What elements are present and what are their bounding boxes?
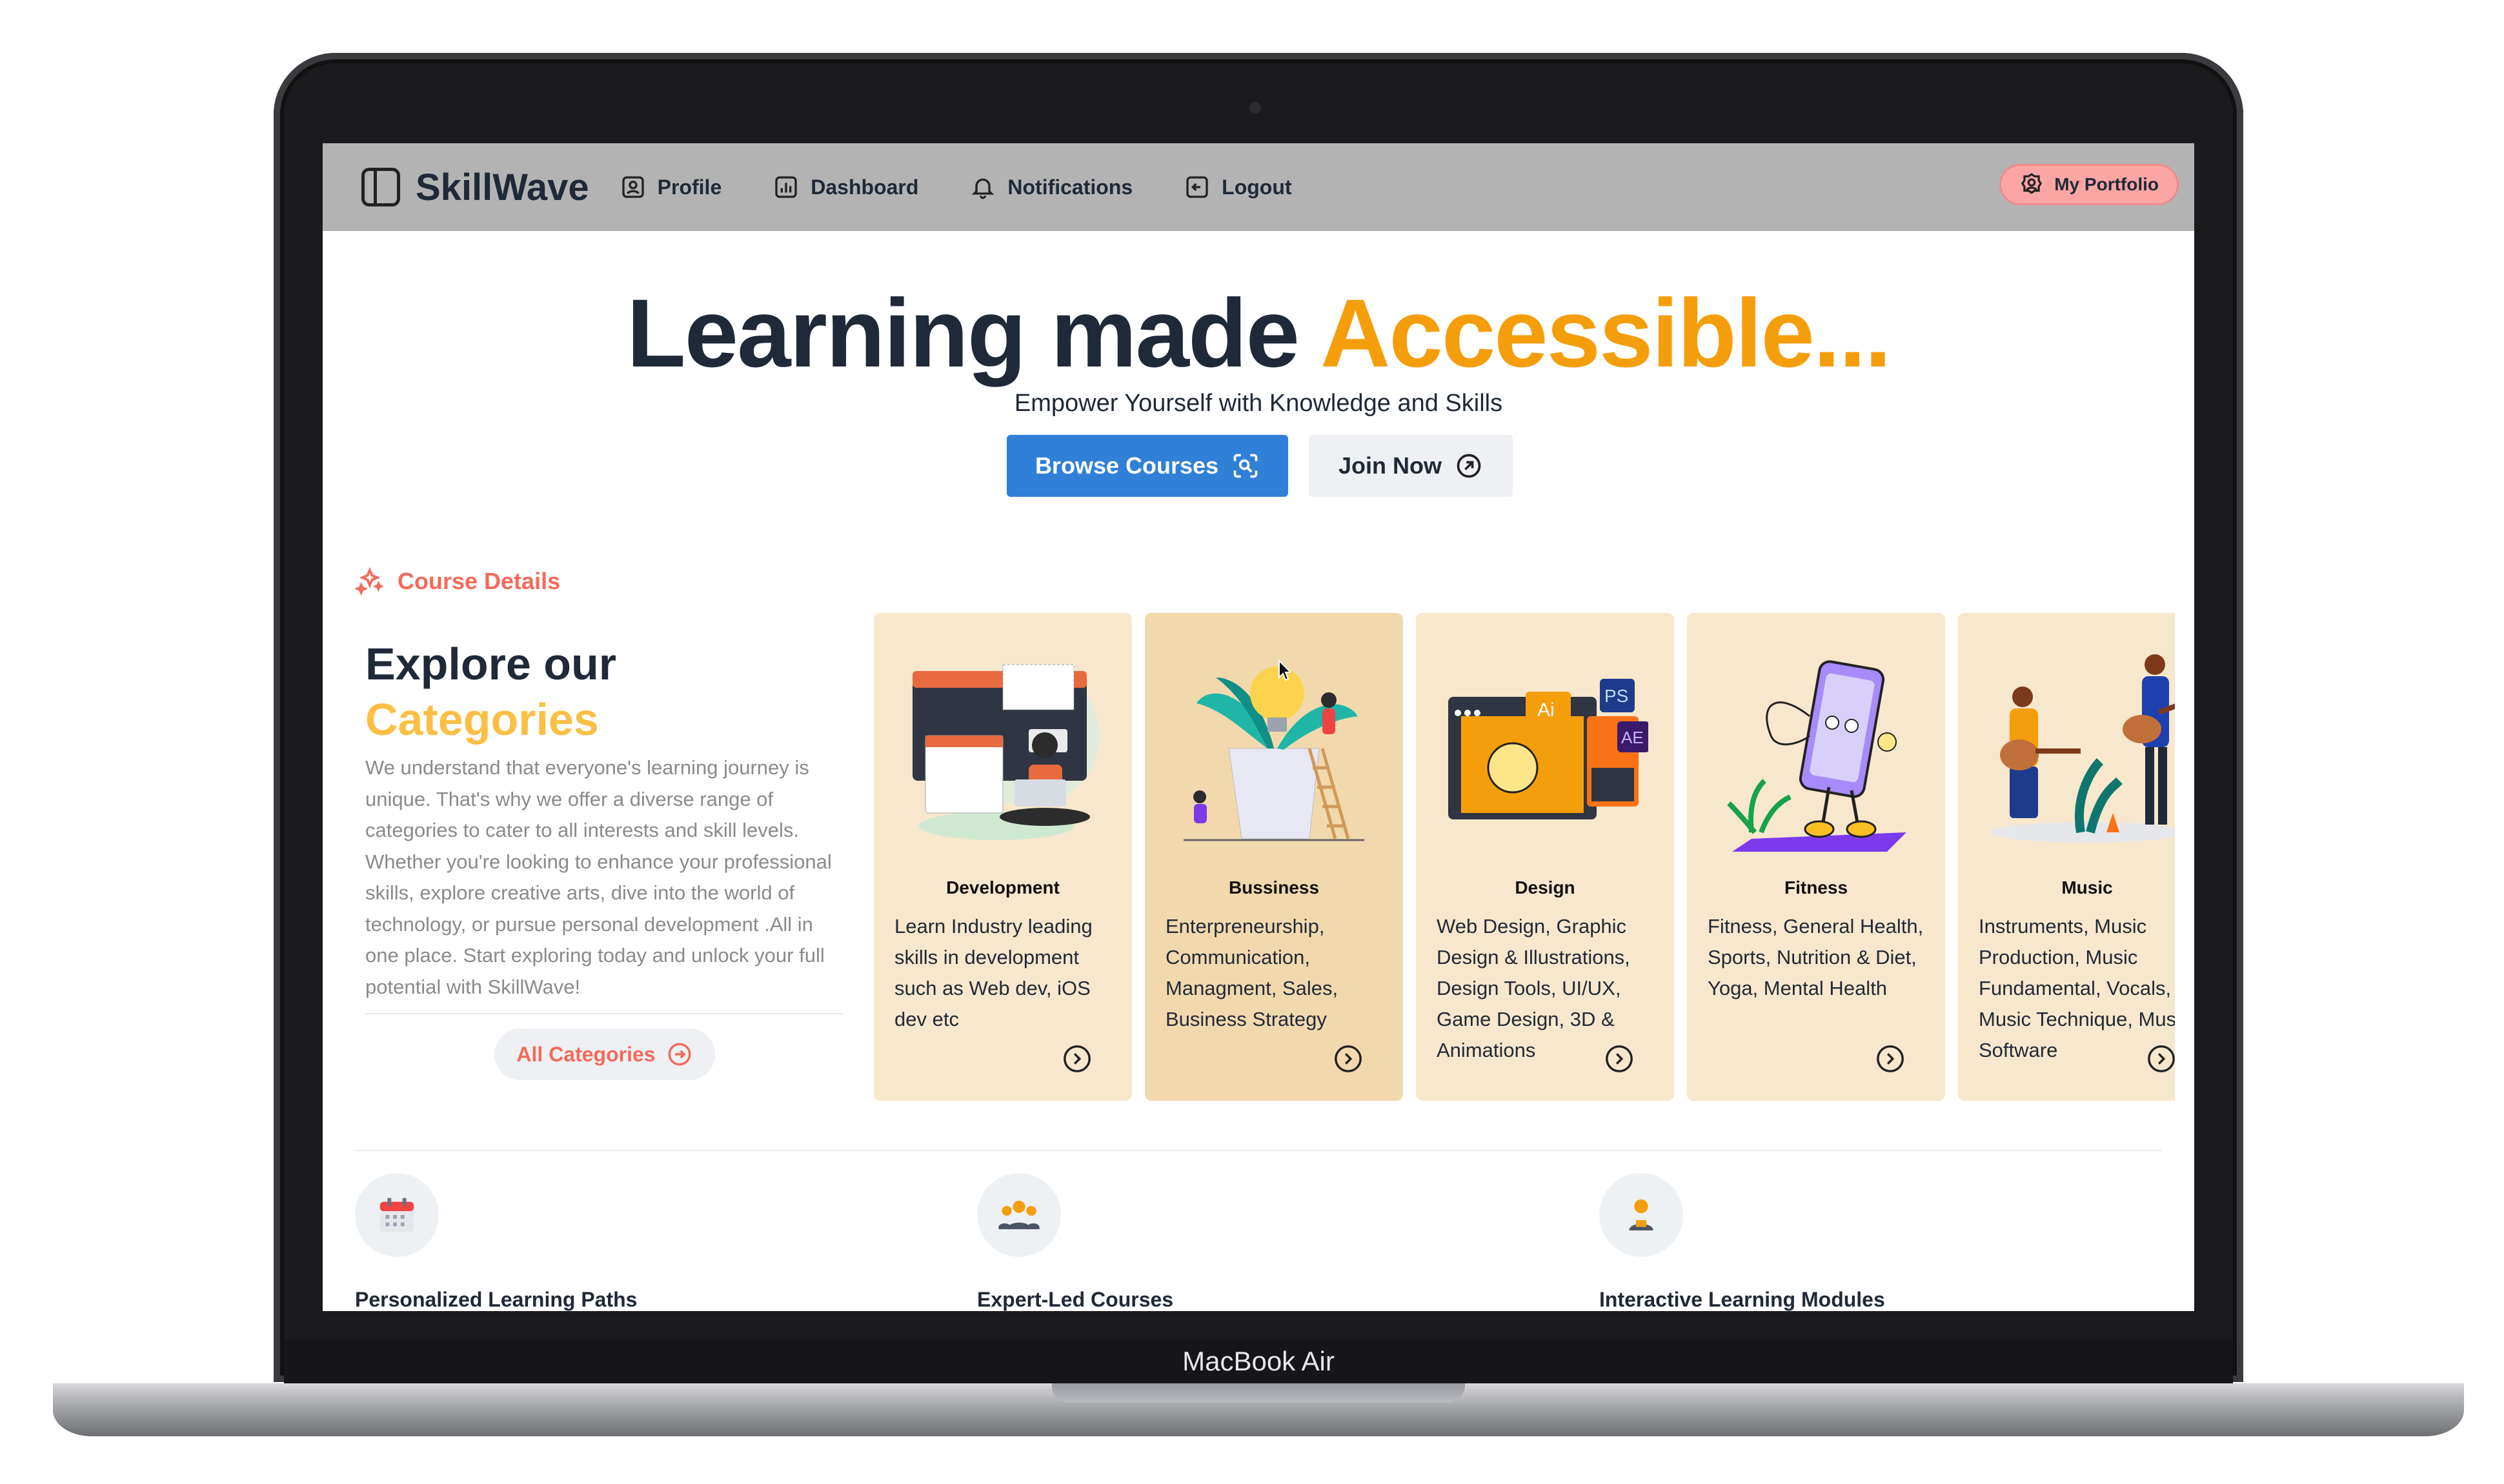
brand[interactable]: SkillWave [361, 166, 589, 209]
category-description: Learn Industry leading skills in develop… [894, 915, 1093, 1030]
laptop-notch [1052, 1383, 1465, 1403]
feature-personalized-learning: Personalized Learning Paths [355, 1173, 637, 1311]
arrow-right-circle-icon [668, 1043, 691, 1066]
course-details-tag: Course Details [355, 567, 560, 596]
nav-item-label: Dashboard [811, 175, 919, 199]
join-now-button[interactable]: Join Now [1309, 435, 1513, 497]
course-details-label: Course Details [398, 568, 561, 594]
feature-label: Personalized Learning Paths [355, 1288, 638, 1311]
device-label: MacBook Air [1182, 1346, 1335, 1376]
all-categories-label: All Categories [516, 1042, 656, 1066]
hero-title: Learning made Accessible... [323, 277, 2194, 389]
nav-item-label: Logout [1222, 175, 1292, 199]
nav-item-logout[interactable]: Logout [1184, 174, 1292, 200]
music-illustration [1990, 654, 2175, 843]
category-description: Instruments, Music Production, Music Fun… [1979, 915, 2175, 1061]
hero-title-main: Learning made [627, 279, 1300, 387]
category-title: Fitness [1784, 877, 1848, 897]
my-portfolio-button[interactable]: My Portfolio [1999, 164, 2179, 205]
nav-item-notifications[interactable]: Notifications [970, 174, 1133, 200]
category-description: Web Design, Graphic Design & Illustratio… [1437, 915, 1630, 1061]
development-illustration [913, 664, 1100, 840]
chevron-right-circle-icon[interactable] [1333, 1044, 1363, 1074]
my-portfolio-label: My Portfolio [2054, 174, 2159, 194]
section-divider [355, 1150, 2162, 1151]
svg-text:Ai: Ai [1537, 699, 1555, 721]
arrow-up-right-circle-icon [1457, 454, 1481, 478]
category-title: Music [2061, 877, 2113, 897]
explore-description: We understand that everyone's learning j… [365, 756, 832, 998]
person-icon [1629, 1199, 1653, 1230]
svg-text:PS: PS [1604, 686, 1628, 706]
explore-heading-line1: Explore our [365, 639, 616, 689]
chevron-right-circle-icon[interactable] [1062, 1044, 1092, 1074]
nav-item-label: Profile [657, 175, 722, 199]
feature-label: Interactive Learning Modules [1599, 1288, 1885, 1311]
feature-expert-led: Expert-Led Courses [977, 1173, 1173, 1311]
chevron-right-circle-icon[interactable] [2146, 1044, 2175, 1074]
category-card-development[interactable]: Development Learn Industry leading skill… [874, 613, 1132, 1101]
category-card-business[interactable]: Bussiness Enterpreneurship, Communicatio… [1145, 613, 1403, 1101]
category-description: Enterpreneurship, Communication, Managme… [1166, 915, 1338, 1030]
brand-name: SkillWave [416, 166, 589, 208]
user-gear-icon [2021, 173, 2043, 194]
category-card-design[interactable]: Ai PS AE Design Web Design, Graphic Desi… [1416, 613, 1674, 1101]
explore-heading: Explore our Categories [365, 636, 616, 747]
chevron-right-circle-icon[interactable] [1604, 1044, 1634, 1074]
sparkles-icon [355, 567, 385, 596]
join-now-label: Join Now [1338, 452, 1442, 479]
category-title: Design [1515, 877, 1575, 897]
feature-icon-wrap [355, 1173, 439, 1257]
bell-icon [972, 178, 995, 199]
browse-courses-button[interactable]: Browse Courses [1007, 435, 1288, 497]
mouse-cursor-icon [1278, 659, 1291, 681]
screen: SkillWave Profile Dashboard Notification… [323, 143, 2194, 1311]
category-title: Development [946, 877, 1060, 897]
feature-icon-wrap [977, 1173, 1061, 1257]
svg-text:AE: AE [1621, 728, 1644, 747]
category-card-music[interactable]: Music Instruments, Music Production, Mus… [1958, 613, 2175, 1101]
category-description: Fitness, General Health, Sports, Nutriti… [1708, 915, 1924, 999]
user-icon [621, 176, 644, 198]
hero-subtitle: Empower Yourself with Knowledge and Skil… [1014, 390, 1503, 417]
calendar-icon [379, 1198, 414, 1232]
chart-icon [775, 176, 797, 198]
category-carousel[interactable]: Development Learn Industry leading skill… [874, 613, 2175, 1101]
hero-title-accent: Accessible... [1320, 279, 1892, 387]
nav-item-label: Notifications [1007, 175, 1133, 199]
group-icon [998, 1200, 1040, 1230]
design-illustration: Ai PS AE [1448, 679, 1648, 819]
browse-courses-label: Browse Courses [1035, 452, 1219, 479]
all-categories-button[interactable]: All Categories [494, 1028, 715, 1080]
category-card-fitness[interactable]: Fitness Fitness, General Health, Sports,… [1687, 613, 1945, 1101]
feature-icon-wrap [1599, 1173, 1683, 1257]
camera [1249, 102, 1261, 114]
category-title: Bussiness [1228, 877, 1320, 897]
explore-heading-line2: Categories [365, 694, 599, 745]
sidebar-toggle-icon[interactable] [361, 168, 400, 206]
feature-label: Expert-Led Courses [977, 1288, 1174, 1311]
fitness-illustration [1727, 660, 1906, 852]
navbar: SkillWave Profile Dashboard Notification… [323, 143, 2194, 231]
chevron-right-circle-icon[interactable] [1875, 1044, 1905, 1074]
logout-icon [1186, 176, 1208, 198]
scan-search-icon [1233, 454, 1258, 478]
feature-interactive-modules: Interactive Learning Modules [1599, 1173, 1885, 1311]
nav-item-dashboard[interactable]: Dashboard [773, 174, 918, 200]
nav-item-profile[interactable]: Profile [620, 174, 722, 200]
divider [365, 1013, 843, 1014]
business-illustration [1184, 667, 1364, 841]
